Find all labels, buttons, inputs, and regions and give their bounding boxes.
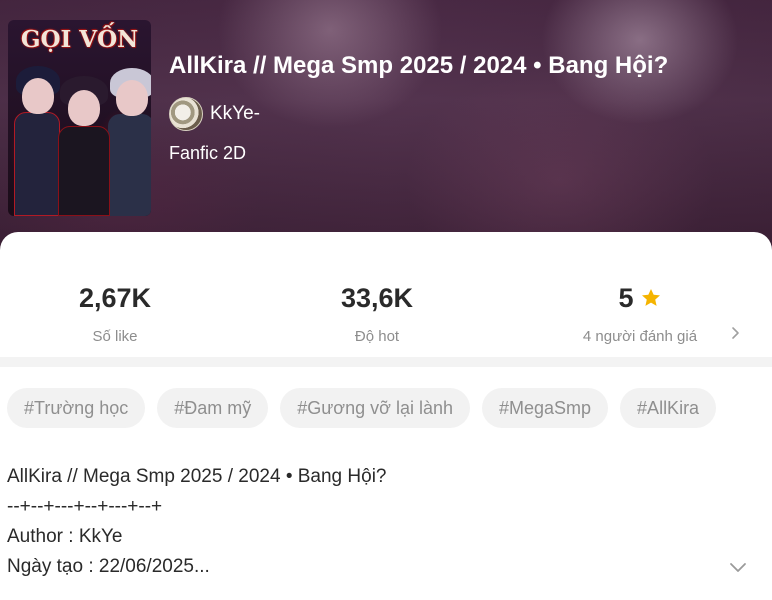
author-name[interactable]: KkYe- (210, 103, 260, 125)
rating-stat[interactable]: 5 4 người đánh giá (540, 282, 740, 345)
rating-label: 4 người đánh giá (582, 328, 698, 345)
story-description: AllKira // Mega Smp 2025 / 2024 • Bang H… (7, 462, 386, 582)
cover-title: GỌI VỐN (20, 26, 139, 53)
cover-figure (12, 66, 62, 216)
description-line: --+--+---+--+---+--+ (7, 496, 163, 517)
tag-list: #Trường học #Đam mỹ #Gương vỡ lại lành #… (7, 388, 717, 428)
tag-chip[interactable]: #Trường học (7, 388, 146, 428)
section-divider (0, 357, 772, 367)
rating-value: 5 (618, 283, 634, 313)
likes-label: Số like (92, 328, 138, 345)
chevron-right-icon[interactable] (728, 326, 742, 340)
cover-image[interactable]: GỌI VỐN (8, 20, 151, 216)
tag-chip[interactable]: #Gương vỡ lại lành (280, 388, 470, 428)
hot-stat: 33,6K Độ hot (277, 282, 477, 345)
tag-chip[interactable]: #MegaSmp (481, 388, 609, 428)
story-title: AllKira // Mega Smp 2025 / 2024 • Bang H… (169, 52, 669, 79)
story-details-sheet: 2,67K Số like 33,6K Độ hot 5 4 người đán… (0, 232, 772, 600)
likes-stat: 2,67K Số like (15, 282, 215, 345)
description-line: Author : KkYe (7, 526, 123, 547)
hot-label: Độ hot (354, 328, 400, 345)
hot-count: 33,6K (340, 283, 414, 313)
tag-chip[interactable]: #Đam mỹ (157, 388, 269, 428)
likes-count: 2,67K (78, 283, 152, 313)
cover-figure (106, 66, 151, 216)
tag-chip[interactable]: #AllKira (620, 388, 717, 428)
story-header: GỌI VỐN AllKira // Mega Smp 2025 / 2024 … (0, 0, 772, 250)
author-link[interactable]: KkYe- (169, 97, 260, 131)
star-icon (641, 289, 660, 306)
cover-figure (56, 76, 112, 216)
genre-label: Fanfic 2D (169, 143, 247, 163)
avatar[interactable] (169, 97, 203, 131)
description-line: Ngày tạo : 22/06/2025... (7, 556, 210, 577)
stats-row: 2,67K Số like 33,6K Độ hot 5 4 người đán… (0, 232, 772, 357)
chevron-down-icon[interactable] (729, 561, 747, 573)
description-line: AllKira // Mega Smp 2025 / 2024 • Bang H… (7, 466, 387, 487)
